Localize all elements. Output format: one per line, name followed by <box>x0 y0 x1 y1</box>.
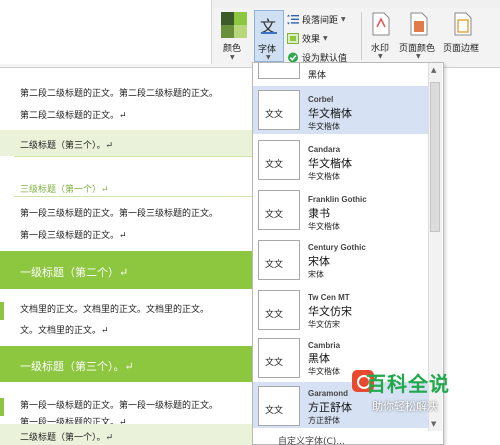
page-border-label: 页面边框 <box>443 44 480 54</box>
swatch <box>221 12 234 25</box>
font-major-name: 华文楷体 <box>308 157 352 170</box>
custom-font-menu-item[interactable]: 自定义字体(C)... <box>278 434 345 445</box>
font-preview-thumb <box>258 63 300 79</box>
font-minor-name: 方正舒体 <box>308 416 340 425</box>
body-text-line: 第一段三级标题的正文。↵ <box>20 231 127 241</box>
ribbon-left-panel <box>0 0 212 64</box>
thumb-text: 文文 <box>265 310 284 320</box>
page-border-icon <box>454 12 472 36</box>
scroll-up-arrow-icon[interactable]: ▲ <box>431 66 436 74</box>
heading-3-text: 三级标题（第一个）↵ <box>20 185 109 195</box>
thumb-text: 文文 <box>265 406 284 416</box>
font-theme-name: Candara <box>308 145 341 154</box>
font-preview-thumb: 文文 <box>258 140 300 180</box>
heading-underline <box>14 156 252 157</box>
scroll-down-arrow-icon[interactable]: ▼ <box>431 420 436 428</box>
ribbon-separator <box>361 12 362 60</box>
page-border-button[interactable]: 页面边框 <box>442 10 486 62</box>
thumb-text: 文文 <box>265 358 284 368</box>
font-icon-underline <box>261 32 277 34</box>
heading-2-text: 二级标题（第三个）。↵ <box>20 141 114 151</box>
page-color-button[interactable]: 页面颜色 ▼ <box>398 10 440 62</box>
chevron-down-icon: ▼ <box>341 16 346 23</box>
watermark-button[interactable]: 水印 ▼ <box>366 10 396 62</box>
body-text-line: 文档里的正文。文档里的正文。文档里的正文。 <box>20 305 210 315</box>
font-preview-thumb: 文文 <box>258 240 300 280</box>
font-major-name: 黑体 <box>308 352 330 365</box>
font-button[interactable]: 文 字体 ▼ <box>254 10 284 62</box>
font-theme-name: Corbel <box>308 95 334 104</box>
font-minor-name: 华文楷体 <box>308 172 340 181</box>
font-preview-thumb: 文文 <box>258 190 300 230</box>
font-minor-name: 华文楷体 <box>308 122 340 131</box>
heading-1-text: 一级标题（第三个）。↵ <box>20 360 134 373</box>
font-preview-thumb: 文文 <box>258 290 300 330</box>
scrollbar-thumb[interactable] <box>430 82 440 232</box>
thumb-text: 文文 <box>265 260 284 270</box>
body-text-line: 文。文档里的正文。↵ <box>20 326 109 336</box>
font-minor-name: 黑体 <box>308 71 327 81</box>
body-text-line: 第一段一级标题的正文。第一段一级标题的正文。 <box>20 401 219 411</box>
font-preview-thumb: 文文 <box>258 90 300 130</box>
ribbon-top-strip <box>212 0 500 8</box>
font-minor-name: 宋体 <box>308 270 324 279</box>
watermark-title: 百科全说 <box>366 372 450 396</box>
swatch <box>234 25 247 38</box>
color-swatch-icon <box>221 12 247 38</box>
swatch <box>234 12 247 25</box>
chevron-down-icon: ▼ <box>266 54 271 61</box>
font-major-name: 隶书 <box>308 207 330 220</box>
effects-label: 效果 <box>302 35 321 45</box>
document-page[interactable]: 第二段二级标题的正文。第二段二级标题的正文。 第二段二级标题的正文。↵ 二级标题… <box>0 68 252 445</box>
font-theme-name: Tw Cen MT <box>308 293 350 302</box>
chevron-down-icon: ▼ <box>416 53 421 60</box>
font-minor-name: 华文仿宋 <box>308 320 340 329</box>
chevron-down-icon: ▼ <box>230 54 235 61</box>
heading-underline <box>14 196 252 197</box>
page-color-icon <box>410 12 428 36</box>
font-major-name: 宋体 <box>308 255 330 268</box>
thumb-text: 文文 <box>265 160 284 170</box>
heading-1-text: 一级标题（第二个）↵ <box>20 266 129 279</box>
font-minor-name: 华文楷体 <box>308 367 340 376</box>
effects-button[interactable]: 效果 ▼ <box>287 32 328 45</box>
font-preview-thumb: 文文 <box>258 338 300 378</box>
font-theme-name: Cambria <box>308 341 341 350</box>
paragraph-marker <box>0 398 4 416</box>
font-theme-name: Garamond <box>308 389 349 398</box>
font-major-name: 方正舒体 <box>308 401 352 414</box>
chevron-down-icon: ▼ <box>378 53 383 60</box>
thumb-text: 文文 <box>265 210 284 220</box>
watermark-icon <box>372 12 390 36</box>
font-preview-thumb: 文文 <box>258 386 300 426</box>
heading-2-text: 二级标题（第一个）。↵ <box>20 433 114 443</box>
swatch <box>221 25 234 38</box>
paragraph-spacing-icon <box>287 14 299 25</box>
paragraph-marker <box>0 302 4 320</box>
watermark-subtitle: 助你轻松解决 <box>372 400 438 413</box>
font-major-name: 华文仿宋 <box>308 305 352 318</box>
font-major-name: 华文楷体 <box>308 107 352 120</box>
chevron-down-icon: ▼ <box>323 35 328 42</box>
font-theme-name: Franklin Gothic <box>308 195 367 204</box>
color-label: 颜色 <box>223 44 242 54</box>
font-theme-name: Century Gothic <box>308 243 366 252</box>
thumb-text: 文文 <box>265 110 284 120</box>
font-theme-item[interactable]: 黑体 <box>253 63 428 83</box>
font-minor-name: 华文楷体 <box>308 222 340 231</box>
body-text-line: 第二段二级标题的正文。第二段二级标题的正文。 <box>20 89 219 99</box>
body-text-line: 第二段二级标题的正文。↵ <box>20 111 127 121</box>
effects-icon <box>287 33 299 44</box>
body-text-line: 第一段三级标题的正文。第一段三级标题的正文。 <box>20 209 219 219</box>
color-button[interactable]: 颜色 ▼ <box>218 10 250 62</box>
paragraph-spacing-label: 段落间距 <box>302 16 339 26</box>
paragraph-spacing-button[interactable]: 段落间距 ▼ <box>287 13 346 26</box>
